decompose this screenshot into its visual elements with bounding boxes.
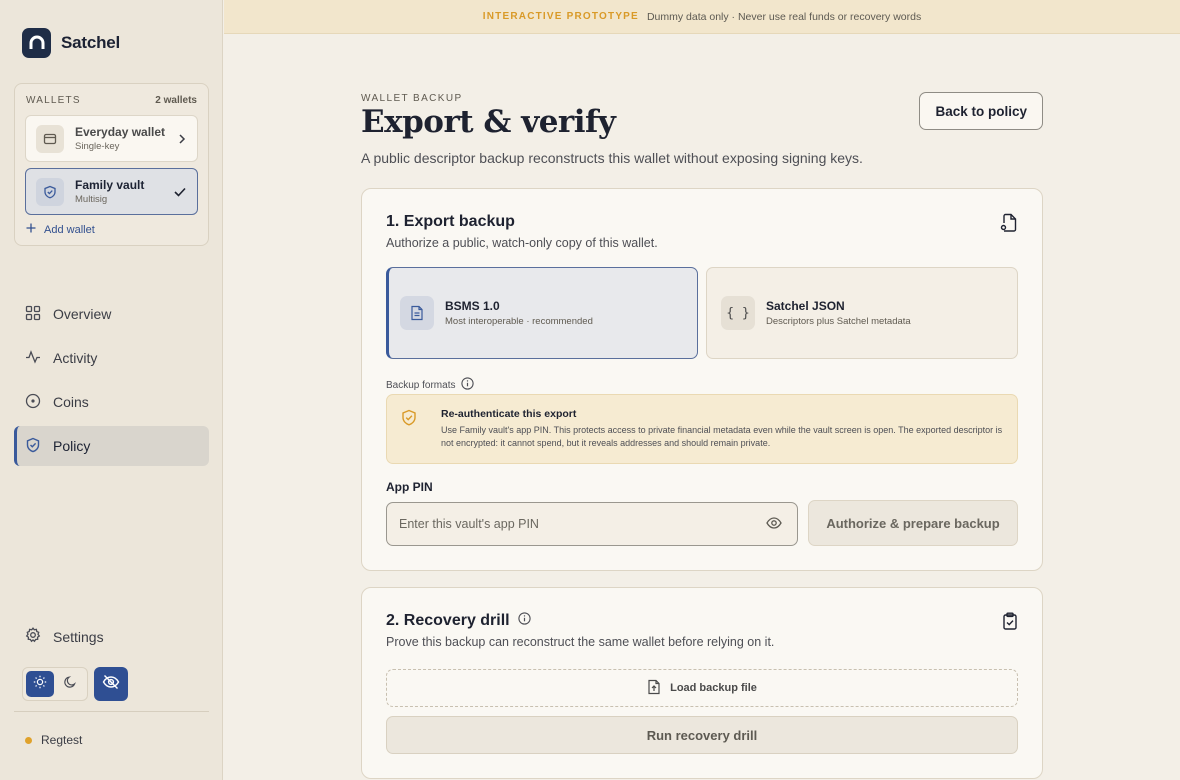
format-name: Satchel JSON — [766, 299, 845, 313]
braces-icon: { } — [721, 296, 755, 330]
plus-icon — [26, 223, 36, 236]
nav-item-coins[interactable]: Coins — [14, 382, 209, 422]
notice-body: Use Family vault's app PIN. This protect… — [441, 425, 1003, 448]
nav-label: Overview — [53, 306, 112, 322]
sidebar-divider — [14, 711, 209, 712]
network-label: Regtest — [41, 733, 83, 747]
format-name: BSMS 1.0 — [445, 299, 500, 313]
wallets-panel: WALLETS 2 wallets Everyday wallet Single… — [14, 83, 209, 246]
wallets-count: 2 wallets — [155, 95, 197, 106]
format-sub: Descriptors plus Satchel metadata — [766, 316, 911, 327]
satchel-logo-icon — [22, 28, 51, 58]
wallet-icon — [36, 124, 64, 153]
network-status-dot — [25, 736, 32, 744]
brand[interactable]: Satchel — [22, 28, 120, 58]
info-icon[interactable] — [517, 612, 531, 630]
settings-link[interactable]: Settings — [25, 627, 104, 646]
shield-icon — [36, 177, 64, 206]
activity-icon — [25, 349, 41, 368]
export-backup-card: 1. Export backup Authorize a public, wat… — [361, 188, 1043, 571]
notice-title: Re-authenticate this export — [441, 408, 577, 420]
show-pin-eye-icon[interactable] — [766, 516, 782, 535]
network-indicator: Regtest — [25, 733, 82, 747]
wallet-type: Single-key — [75, 141, 120, 152]
dark-mode-button[interactable] — [57, 671, 85, 697]
format-option-bsms[interactable]: BSMS 1.0 Most interoperable · recommende… — [386, 267, 698, 359]
wallet-name: Everyday wallet — [75, 125, 166, 139]
light-mode-button[interactable] — [26, 671, 54, 697]
nav-label: Coins — [53, 394, 89, 410]
wallet-name: Family vault — [75, 178, 145, 192]
chevron-right-icon — [177, 133, 187, 145]
section-title-text: 1. Export backup — [386, 213, 515, 230]
run-recovery-drill-button[interactable]: Run recovery drill — [386, 716, 1018, 754]
app-pin-input[interactable] — [386, 502, 798, 546]
recovery-drill-title: 2. Recovery drill — [386, 612, 531, 630]
wallet-type: Multisig — [75, 194, 108, 205]
back-to-policy-button[interactable]: Back to policy — [919, 92, 1043, 130]
wallet-item-family-vault[interactable]: Family vault Multisig — [25, 168, 198, 215]
theme-toggle — [22, 667, 88, 701]
page-eyebrow: WALLET BACKUP — [361, 93, 463, 104]
export-backup-title: 1. Export backup — [386, 213, 515, 231]
main-content: WALLET BACKUP Export & verify A public d… — [361, 34, 1043, 780]
moon-icon — [63, 675, 77, 694]
add-wallet-label: Add wallet — [44, 223, 95, 236]
add-wallet-button[interactable]: Add wallet — [26, 223, 95, 236]
shield-icon — [25, 437, 41, 456]
brand-name: Satchel — [61, 33, 121, 52]
info-icon[interactable] — [461, 377, 475, 393]
section-title-text: 2. Recovery drill — [386, 612, 510, 629]
hide-balances-button[interactable] — [94, 667, 128, 701]
banner-tag: INTERACTIVE PROTOTYPE — [482, 11, 639, 22]
main-nav: Overview Activity Coins Policy — [14, 294, 209, 470]
format-sub: Most interoperable · recommended — [445, 316, 593, 327]
nav-label: Activity — [53, 350, 98, 366]
file-export-icon — [1000, 213, 1018, 238]
sun-icon — [33, 675, 47, 694]
backup-formats-label: Backup formats — [386, 377, 475, 393]
page-description: A public descriptor backup reconstructs … — [361, 150, 863, 166]
eye-off-icon — [102, 674, 120, 695]
sidebar: Satchel WALLETS 2 wallets Everyday walle… — [0, 0, 223, 780]
authorize-backup-button[interactable]: Authorize & prepare backup — [808, 500, 1018, 546]
shield-check-icon — [401, 409, 417, 432]
banner-text: Dummy data only · Never use real funds o… — [646, 10, 922, 23]
nav-item-overview[interactable]: Overview — [14, 294, 209, 334]
nav-item-activity[interactable]: Activity — [14, 338, 209, 378]
load-backup-dropzone[interactable]: Load backup file — [386, 669, 1018, 707]
load-backup-label: Load backup file — [670, 682, 757, 694]
export-backup-description: Authorize a public, watch-only copy of t… — [386, 236, 658, 250]
recovery-drill-card: 2. Recovery drill Prove this backup can … — [361, 587, 1043, 779]
format-option-satchel-json[interactable]: { } Satchel JSON Descriptors plus Satche… — [706, 267, 1018, 359]
wallets-title: WALLETS — [26, 95, 81, 106]
settings-label: Settings — [53, 628, 104, 645]
page-title: Export & verify — [361, 104, 616, 140]
grid-icon — [25, 305, 41, 324]
wallet-item-everyday[interactable]: Everyday wallet Single-key — [25, 115, 198, 162]
nav-item-policy[interactable]: Policy — [14, 426, 209, 466]
check-icon — [173, 186, 187, 198]
clipboard-check-icon — [1002, 612, 1018, 635]
document-icon — [400, 296, 434, 330]
file-upload-icon — [647, 679, 661, 698]
coin-icon — [25, 393, 41, 412]
recovery-drill-description: Prove this backup can reconstruct the sa… — [386, 635, 775, 649]
prototype-banner: INTERACTIVE PROTOTYPE Dummy data only · … — [224, 0, 1180, 34]
reauth-notice: Re-authenticate this export Use Family v… — [386, 394, 1018, 464]
nav-label: Policy — [53, 438, 91, 454]
pin-label: App PIN — [386, 480, 433, 494]
gear-icon — [25, 627, 41, 646]
backup-formats-text: Backup formats — [386, 379, 456, 391]
